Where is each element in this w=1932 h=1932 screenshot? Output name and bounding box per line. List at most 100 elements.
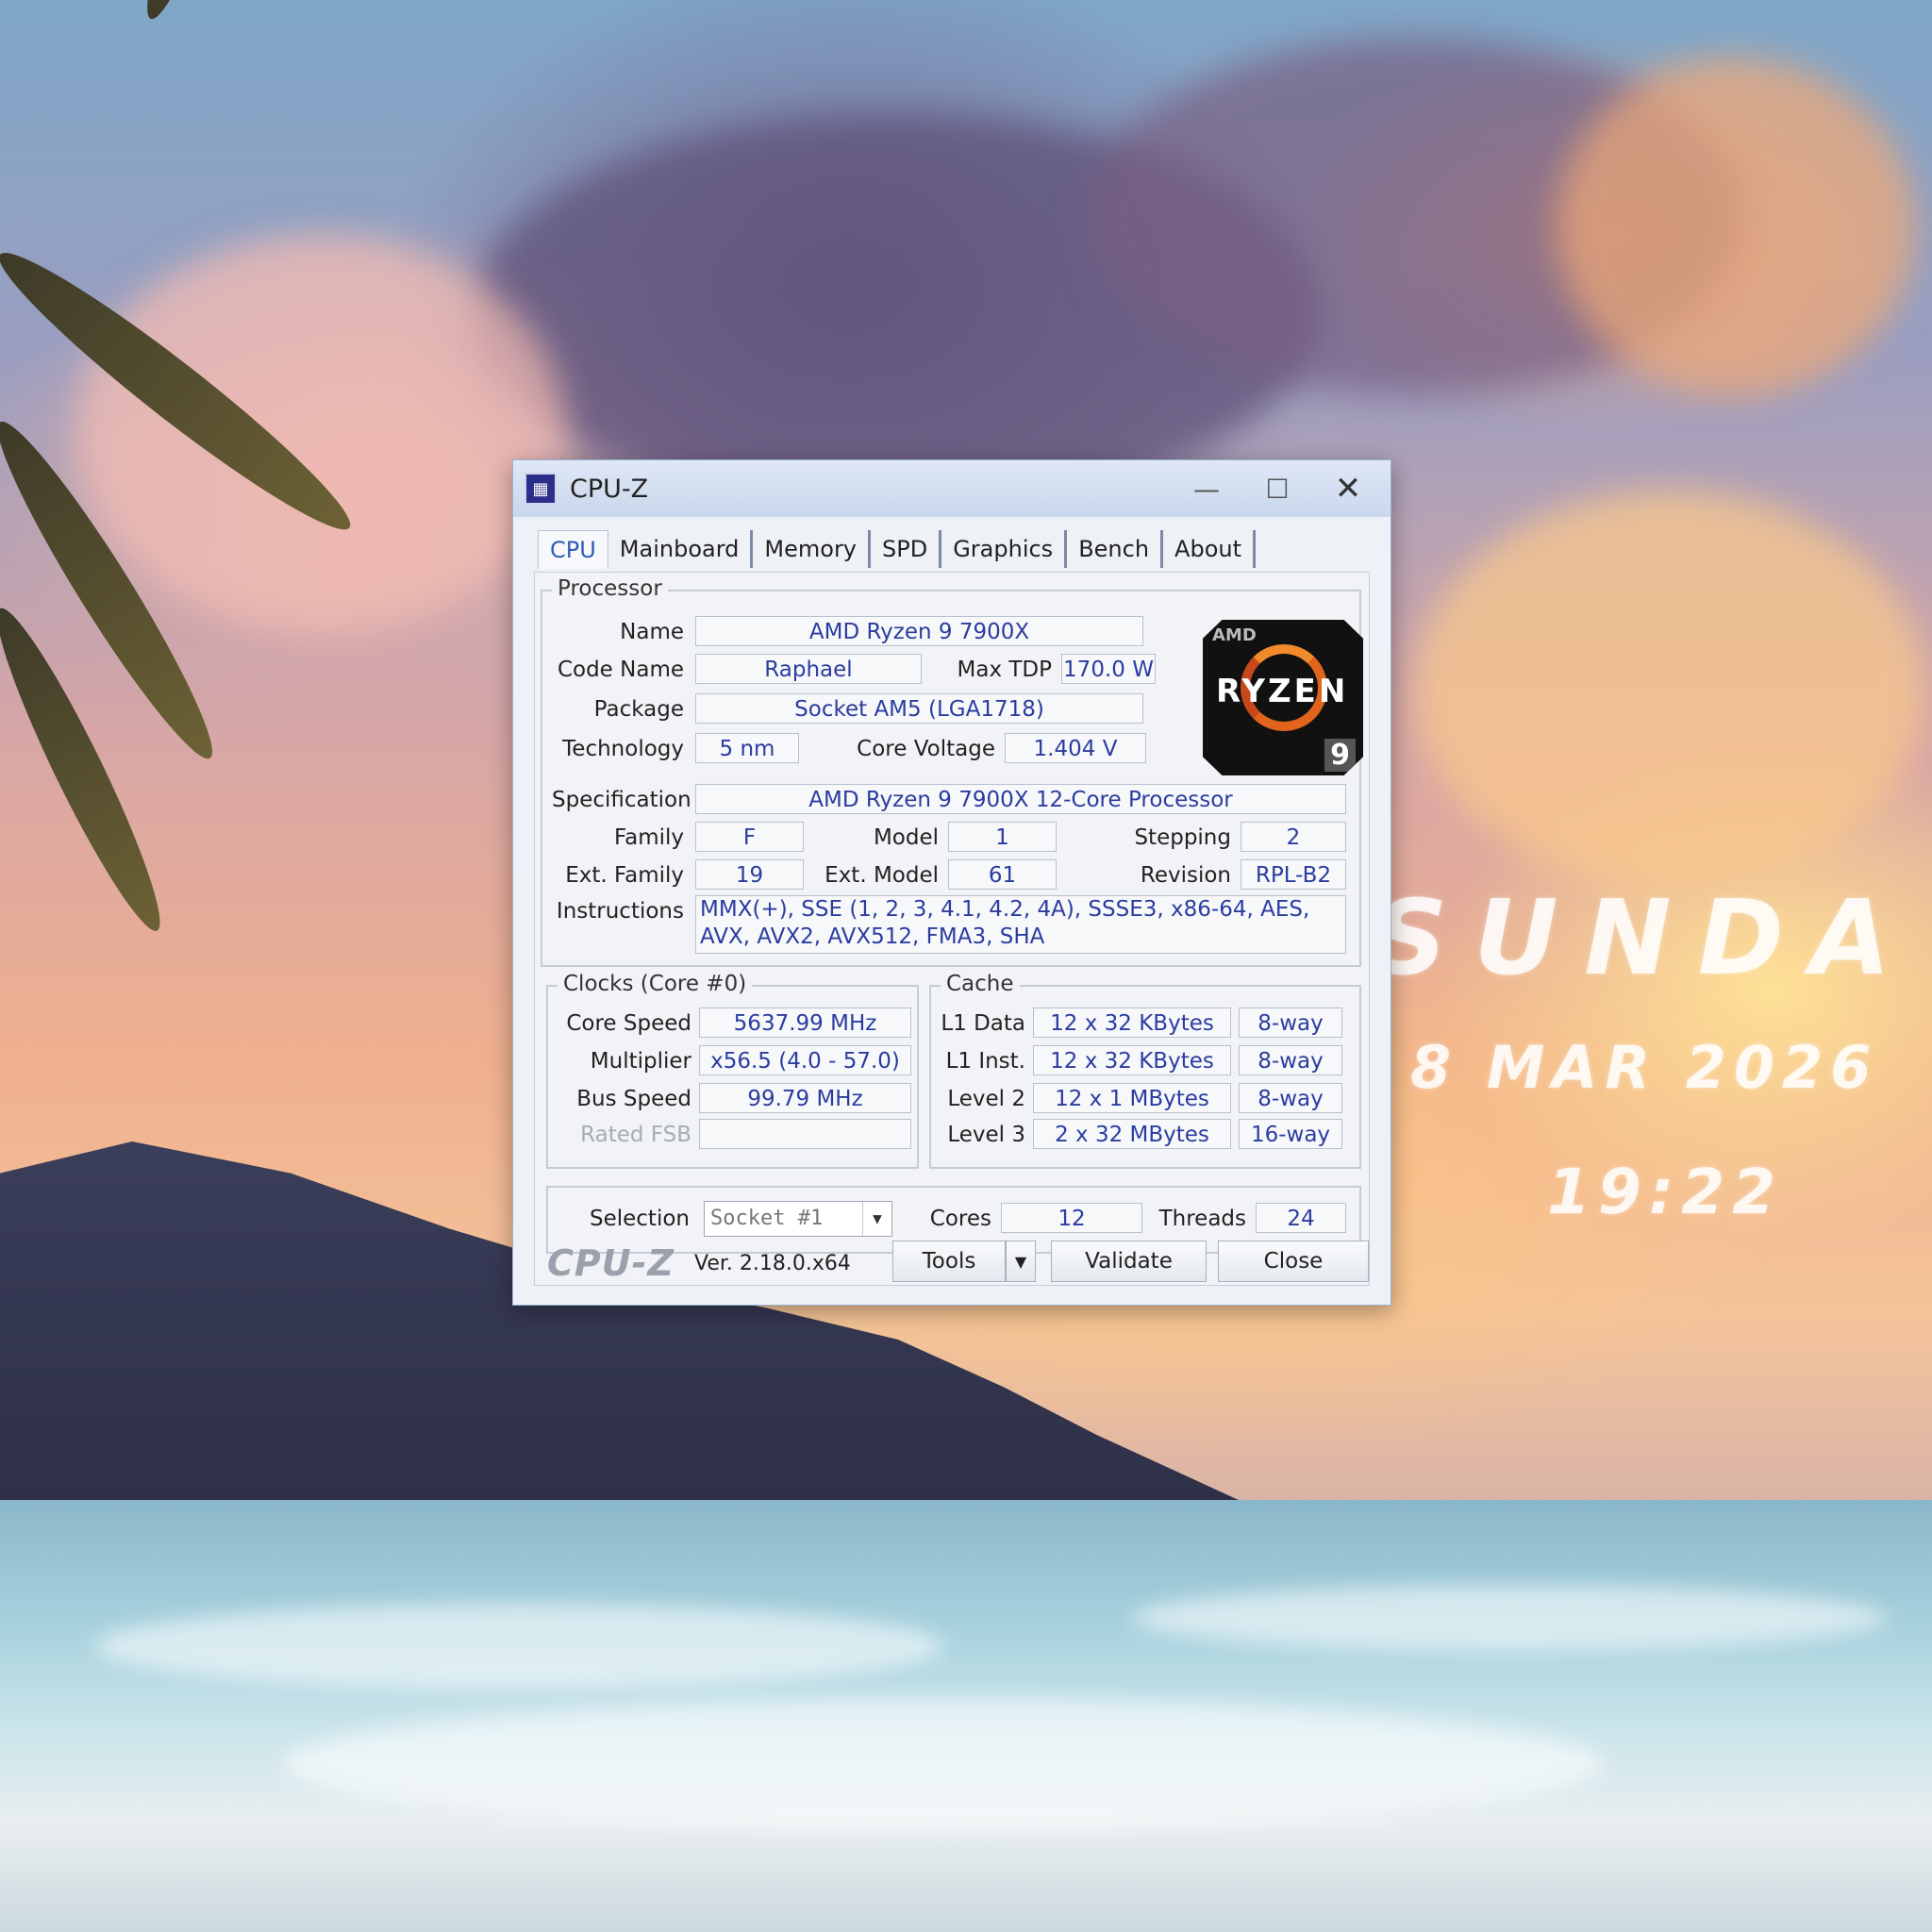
extmodel-label: Ext. Model: [824, 863, 939, 888]
cpuz-window: ▦ CPU-Z — ☐ ✕ CPU Mainboard Memory SPD G…: [512, 459, 1391, 1306]
cache-group: Cache L1 Data 12 x 32 KBytes 8-way L1 In…: [929, 972, 1361, 1169]
ratedfsb-value: [699, 1119, 911, 1149]
extfamily-value: 19: [695, 859, 804, 890]
close-window-button[interactable]: ✕: [1315, 468, 1381, 509]
clocks-group: Clocks (Core #0) Core Speed 5637.99 MHz …: [546, 972, 919, 1169]
codename-value: Raphael: [695, 654, 922, 684]
title-bar[interactable]: ▦ CPU-Z — ☐ ✕: [513, 460, 1391, 517]
family-label: Family: [613, 825, 684, 850]
threads-value: 24: [1256, 1203, 1346, 1233]
processor-group-title: Processor: [552, 576, 668, 601]
maximize-button[interactable]: ☐: [1244, 468, 1310, 509]
package-value: Socket AM5 (LGA1718): [695, 693, 1143, 724]
cache-group-title: Cache: [941, 972, 1020, 996]
ryzen-9-logo: AMD RYZEN 9: [1203, 620, 1363, 775]
cloud: [75, 236, 566, 632]
tab-spd[interactable]: SPD: [871, 530, 942, 568]
stepping-value: 2: [1241, 822, 1346, 852]
tools-button[interactable]: Tools: [892, 1241, 1006, 1282]
extfamily-label: Ext. Family: [565, 863, 684, 888]
clocks-group-title: Clocks (Core #0): [558, 972, 753, 996]
instructions-label: Instructions: [556, 899, 684, 924]
cache-row-label: Level 3: [947, 1123, 1025, 1147]
cores-value: 12: [1001, 1203, 1142, 1233]
cache-row-way: 8-way: [1239, 1083, 1342, 1113]
busspeed-label: Bus Speed: [576, 1087, 691, 1111]
corevoltage-label: Core Voltage: [857, 737, 995, 761]
cloud: [1415, 491, 1924, 887]
extmodel-value: 61: [948, 859, 1057, 890]
close-button[interactable]: Close: [1218, 1241, 1369, 1282]
tab-bar: CPU Mainboard Memory SPD Graphics Bench …: [538, 528, 1257, 570]
validate-button[interactable]: Validate: [1051, 1241, 1207, 1282]
cpuz-brand-logo: CPU-Z: [547, 1242, 675, 1284]
busspeed-value: 99.79 MHz: [699, 1083, 911, 1113]
logo-brand: AMD: [1212, 625, 1257, 645]
tab-about[interactable]: About: [1163, 530, 1257, 568]
multiplier-value: x56.5 (4.0 - 57.0): [699, 1045, 911, 1075]
package-label: Package: [593, 697, 684, 722]
name-label: Name: [620, 620, 684, 644]
cache-row-way: 8-way: [1239, 1045, 1342, 1075]
window-title: CPU-Z: [570, 474, 649, 504]
tab-memory[interactable]: Memory: [753, 530, 872, 568]
multiplier-label: Multiplier: [590, 1049, 691, 1074]
wave: [94, 1604, 943, 1689]
chevron-down-icon[interactable]: ▼: [862, 1202, 891, 1236]
revision-label: Revision: [1140, 863, 1231, 888]
cache-row-label: L1 Inst.: [945, 1049, 1025, 1074]
family-value: F: [695, 822, 804, 852]
tab-bench[interactable]: Bench: [1067, 530, 1164, 568]
model-label: Model: [873, 825, 939, 850]
name-value: AMD Ryzen 9 7900X: [695, 616, 1143, 646]
spec-value: AMD Ryzen 9 7900X 12-Core Processor: [695, 784, 1346, 814]
maxtdp-label: Max TDP: [957, 658, 1053, 682]
corevoltage-value: 1.404 V: [1005, 733, 1146, 763]
desktop-time: 19:22: [1547, 1156, 1784, 1228]
spec-label: Specification: [552, 788, 691, 812]
desktop-date: 8 MAR 2026: [1410, 1033, 1879, 1102]
tab-graphics[interactable]: Graphics: [941, 530, 1068, 568]
cores-label: Cores: [929, 1207, 991, 1231]
maxtdp-value: 170.0 W: [1061, 654, 1156, 684]
cache-row-size: 12 x 1 MBytes: [1033, 1083, 1231, 1113]
ratedfsb-label: Rated FSB: [580, 1123, 691, 1147]
minimize-button[interactable]: —: [1174, 468, 1240, 509]
socket-select[interactable]: Socket #1 ▼: [704, 1201, 892, 1237]
maximize-icon: ☐: [1265, 473, 1290, 505]
corespeed-label: Core Speed: [566, 1011, 691, 1036]
cache-row-label: L1 Data: [941, 1011, 1025, 1036]
version-text: Ver. 2.18.0.x64: [694, 1252, 851, 1275]
minimize-icon: —: [1193, 473, 1220, 505]
cache-row-way: 8-way: [1239, 1008, 1342, 1038]
wave: [1132, 1585, 1887, 1651]
revision-value: RPL-B2: [1241, 859, 1346, 890]
socket-select-value: Socket #1: [710, 1207, 824, 1230]
tab-cpu[interactable]: CPU: [538, 529, 608, 569]
logo-tier: 9: [1324, 739, 1356, 772]
dropdown-arrow-icon: ▼: [1014, 1252, 1027, 1271]
close-icon: ✕: [1334, 470, 1362, 508]
cache-row-way: 16-way: [1239, 1119, 1342, 1149]
threads-label: Threads: [1158, 1207, 1246, 1231]
cloud: [1557, 57, 1915, 396]
technology-value: 5 nm: [695, 733, 799, 763]
tab-mainboard[interactable]: Mainboard: [608, 530, 754, 568]
stepping-label: Stepping: [1134, 825, 1231, 850]
cpu-tab-panel: Processor Name AMD Ryzen 9 7900X Code Na…: [534, 572, 1370, 1286]
instructions-value: MMX(+), SSE (1, 2, 3, 4.1, 4.2, 4A), SSS…: [695, 895, 1346, 954]
codename-label: Code Name: [557, 658, 684, 682]
cache-row-size: 12 x 32 KBytes: [1033, 1045, 1231, 1075]
wave: [283, 1698, 1604, 1830]
selection-label: Selection: [590, 1207, 690, 1231]
tools-dropdown-button[interactable]: ▼: [1006, 1241, 1036, 1282]
cache-row-size: 2 x 32 MBytes: [1033, 1119, 1231, 1149]
logo-word: RYZEN: [1216, 673, 1349, 710]
model-value: 1: [948, 822, 1057, 852]
processor-group: Processor Name AMD Ryzen 9 7900X Code Na…: [541, 576, 1363, 967]
technology-label: Technology: [562, 737, 684, 761]
cache-row-label: Level 2: [947, 1087, 1025, 1111]
desktop-day: SUNDA: [1373, 877, 1918, 998]
cpuz-app-icon: ▦: [525, 473, 557, 505]
footer-bar: CPU-Z Ver. 2.18.0.x64 Tools ▼ Validate C…: [534, 1235, 1370, 1288]
